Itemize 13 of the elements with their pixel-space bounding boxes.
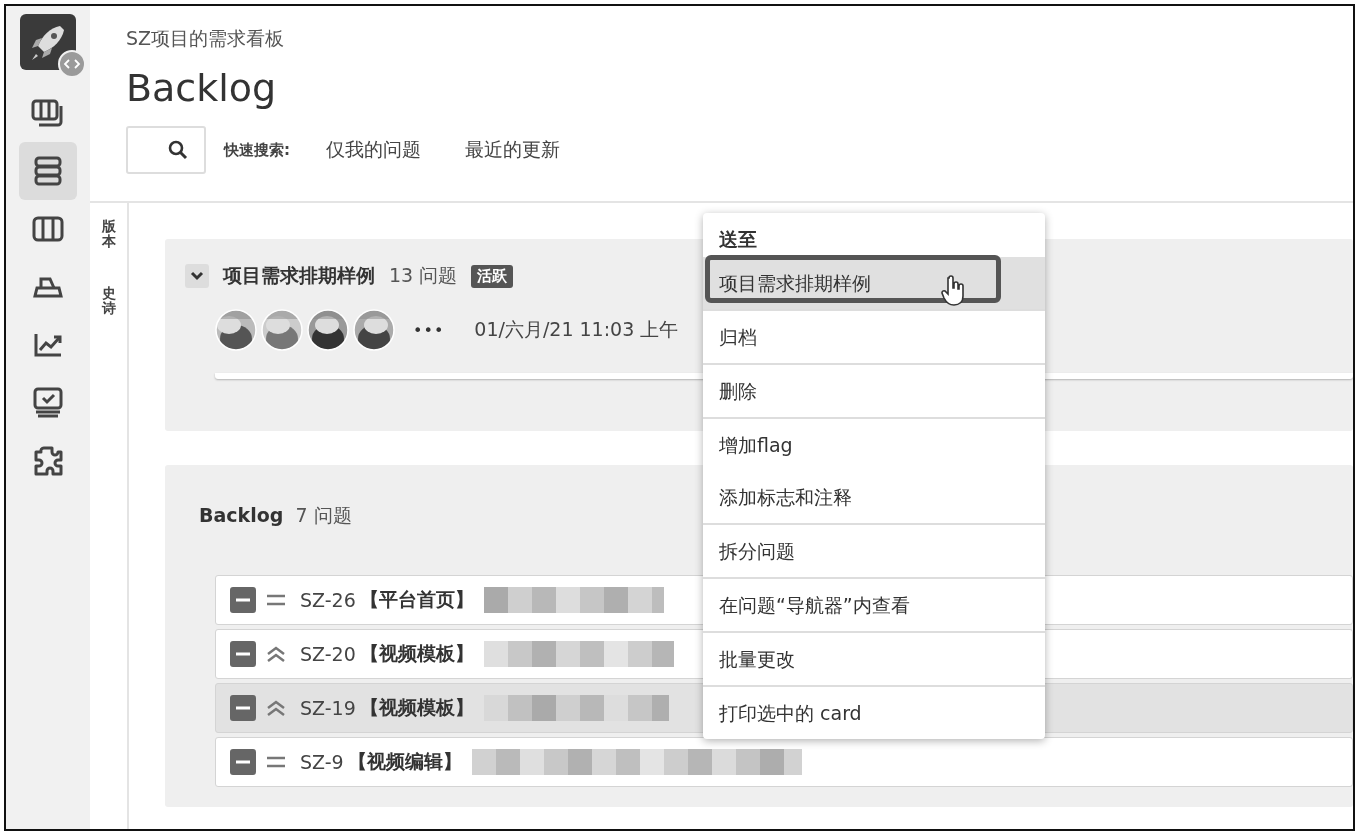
issue-category: 【视频模板】 <box>359 641 474 666</box>
issue-category: 【视频编辑】 <box>347 749 462 774</box>
sprint-name: 项目需求排期样例 <box>223 263 375 288</box>
issue-category: 【视频模板】 <box>359 695 474 720</box>
menu-heading: 送至 <box>718 227 758 252</box>
issue-category: 【平台首页】 <box>359 587 474 612</box>
sprint-date: 01/六月/21 11:03 上午 <box>474 317 679 342</box>
quick-filter-label: 快速搜索: <box>224 140 290 160</box>
issue-count: 13 问题 <box>389 263 458 288</box>
status-badge: 活跃 <box>471 264 514 288</box>
issue-count: 7 问题 <box>295 503 352 528</box>
page-title: Backlog <box>126 66 277 110</box>
backlog-title: Backlog <box>199 504 284 526</box>
